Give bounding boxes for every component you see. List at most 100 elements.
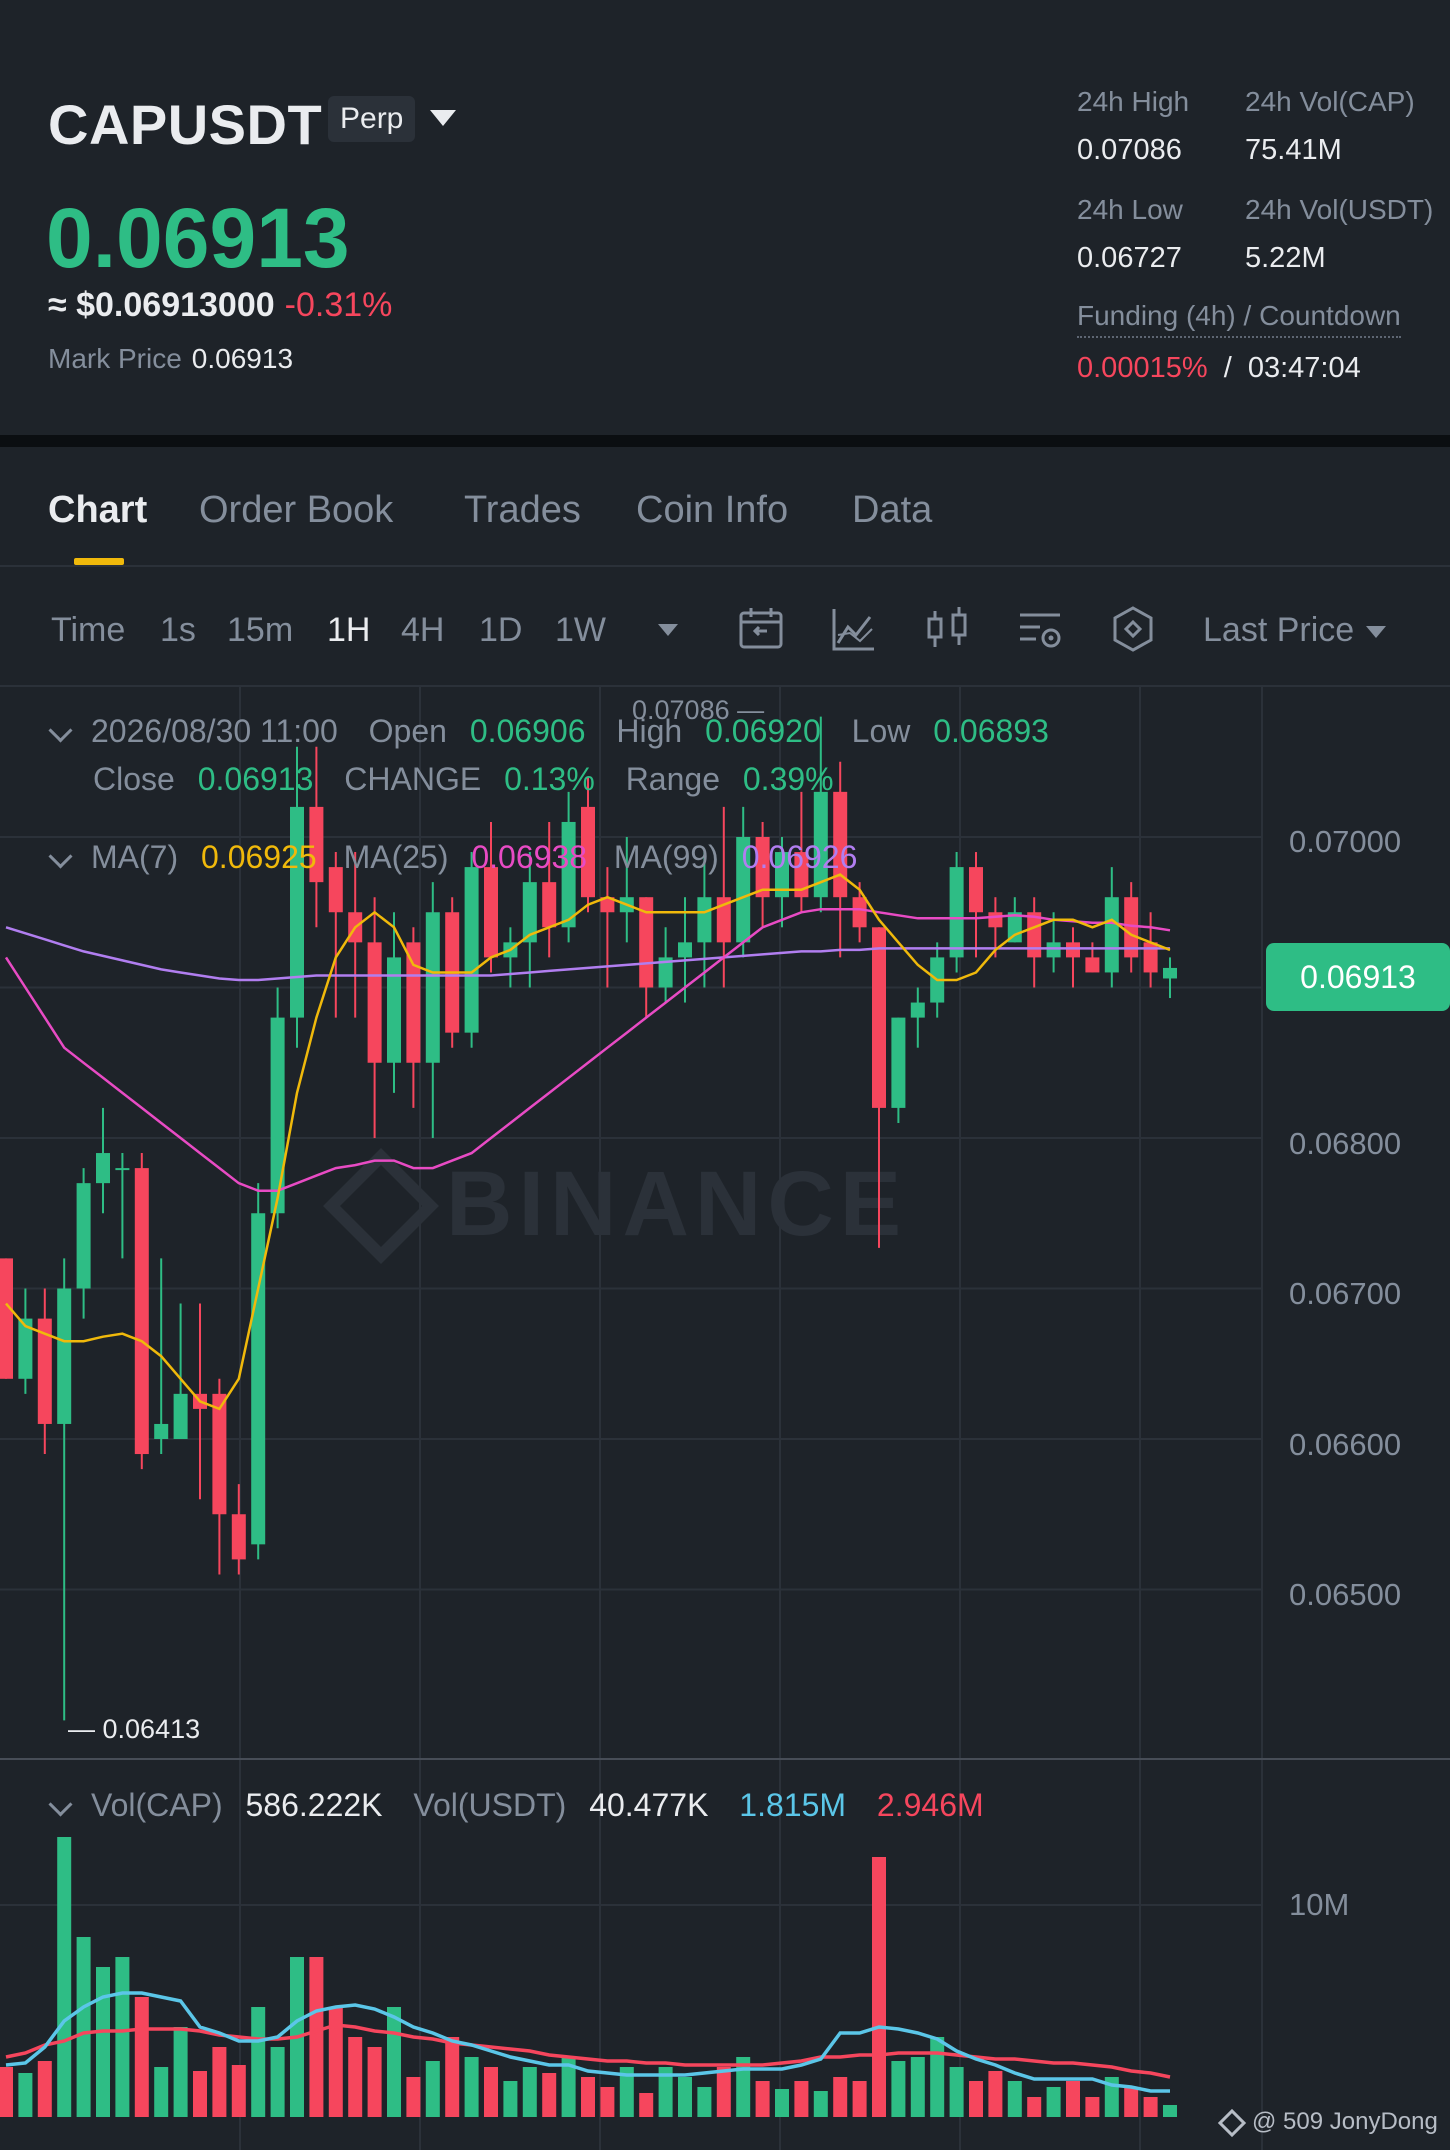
candle-body [969, 867, 983, 913]
price-tick-4: 0.06500 [1289, 1577, 1402, 1612]
depth-hexagon-icon[interactable] [1109, 605, 1157, 653]
candle-style-icon[interactable] [923, 605, 971, 653]
candle-body [852, 897, 867, 928]
credit-text: @ 509 JonyDong [1252, 2108, 1438, 2135]
timeframe-time[interactable]: Time [51, 611, 125, 650]
volume-bar [930, 2037, 945, 2117]
volume-bar [270, 2047, 285, 2117]
volume-bar [1066, 2081, 1080, 2117]
low-marker-value: 0.06413 [102, 1714, 201, 1744]
high-24h-label: 24h High [1077, 86, 1190, 117]
range-value: 0.39% [742, 761, 834, 797]
candle-body [173, 1393, 188, 1439]
moving-averages [4, 873, 1171, 2093]
price-type-select[interactable]: Last Price [1203, 611, 1387, 650]
volume-bar [969, 2081, 983, 2117]
funding-countdown: 03:47:04 [1247, 352, 1361, 384]
low-24h-label: 24h Low [1077, 194, 1183, 225]
chart-toolbar: Time 1s 15m 1H 4H 1D 1W Last Price [0, 567, 1450, 687]
volume-bar [581, 2077, 595, 2117]
more-timeframes-caret-icon[interactable] [658, 624, 678, 636]
volume-legend-line: Vol(CAP) 586.222K Vol(USDT) 40.477K 1.81… [46, 1787, 984, 1824]
current-price-tag[interactable]: 0.06913 [1266, 943, 1450, 1011]
volume-bar [231, 2065, 246, 2117]
tab-data[interactable]: Data [852, 489, 932, 532]
calendar-icon[interactable] [737, 605, 785, 653]
ma25-value: 0.06938 [471, 839, 588, 875]
volume-bar [76, 1937, 91, 2117]
usd-price-line: ≈ $0.06913000 -0.31% [48, 286, 392, 325]
price-tick-1: 0.06800 [1289, 1126, 1402, 1161]
volume-bar [1085, 2097, 1100, 2117]
price-tick-3: 0.06600 [1289, 1427, 1402, 1462]
close-value: 0.06913 [197, 761, 314, 797]
collapse-chevron-icon[interactable] [48, 718, 73, 743]
candle-body [231, 1514, 246, 1560]
candle-body [134, 1168, 149, 1455]
vol-cap-label: Vol(CAP) [91, 1787, 223, 1823]
vol-collapse-chevron-icon[interactable] [48, 1792, 73, 1817]
timeframe-1s[interactable]: 1s [160, 611, 196, 650]
tab-trades[interactable]: Trades [464, 489, 581, 532]
volume-bar [949, 2067, 964, 2117]
candle-body [910, 1002, 925, 1018]
ma-legend-line: MA(7) 0.06925 MA(25) 0.06938 MA(99) 0.06… [46, 839, 857, 876]
funding-separator: / [1223, 352, 1232, 384]
volume-bar [57, 1837, 72, 2117]
ma99-value: 0.06926 [741, 839, 858, 875]
candle-body [1085, 957, 1100, 973]
chart-area[interactable]: BINANCE 2026/08/30 11:00 Open 0.06906 Hi… [0, 687, 1450, 2150]
perp-badge: Perp [328, 96, 416, 142]
volume-bar [173, 2027, 188, 2117]
active-tab-indicator [74, 558, 124, 565]
price-change-percent: -0.31% [284, 286, 393, 324]
volume-bar [1046, 2087, 1061, 2117]
change-label: CHANGE [344, 761, 482, 797]
candlestick-chart[interactable] [0, 687, 1450, 2150]
volume-bar [464, 2057, 479, 2117]
indicators-icon[interactable] [830, 605, 878, 653]
volume-bar [134, 1997, 149, 2117]
price-type-caret-icon [1366, 626, 1387, 639]
volume-bar [678, 2077, 692, 2117]
candle-body [387, 957, 401, 1063]
ma-collapse-chevron-icon[interactable] [48, 844, 73, 869]
timeframe-1h[interactable]: 1H [327, 611, 370, 650]
volume-bar [1124, 2087, 1139, 2117]
symbol-dropdown-caret-icon[interactable] [430, 110, 456, 126]
volume-bar [910, 2057, 925, 2117]
funding-countdown-label[interactable]: Funding (4h) / Countdown [1077, 300, 1401, 338]
timeframe-1d[interactable]: 1D [479, 611, 522, 650]
section-divider [0, 435, 1450, 447]
candle-body [367, 942, 382, 1063]
timeframe-1w[interactable]: 1W [555, 611, 606, 650]
last-price: 0.06913 [46, 191, 350, 285]
candle-body [697, 897, 712, 943]
vol-cap-24h-value: 75.41M [1245, 134, 1342, 166]
candle-body [1046, 942, 1061, 958]
volume-bar [697, 2087, 712, 2117]
volume-bar [891, 2061, 906, 2117]
timeframe-4h[interactable]: 4H [401, 611, 444, 650]
volume-bar [542, 2073, 557, 2117]
candle-body [154, 1423, 169, 1439]
timeframe-15m[interactable]: 15m [227, 611, 293, 650]
vol-cap-value: 586.222K [245, 1787, 383, 1823]
chart-settings-icon[interactable] [1016, 605, 1064, 653]
volume-bar [1027, 2097, 1042, 2117]
mark-price-line: Mark Price 0.06913 [48, 343, 293, 375]
ohlc-line-1: 2026/08/30 11:00 Open 0.06906 High 0.069… [46, 713, 1049, 750]
symbol-title[interactable]: CAPUSDT [48, 92, 322, 157]
tab-order-book[interactable]: Order Book [199, 489, 393, 532]
candle-body [425, 912, 440, 1063]
low-24h-value: 0.06727 [1077, 242, 1182, 274]
mark-price-label: Mark Price [48, 343, 182, 374]
volume-bar [212, 2047, 227, 2117]
candle-body [1066, 942, 1080, 958]
tab-coin-info[interactable]: Coin Info [636, 489, 788, 532]
candle-body [872, 927, 886, 1108]
candle-body [678, 942, 692, 958]
tab-chart[interactable]: Chart [48, 489, 147, 532]
candle-body [1143, 942, 1158, 973]
candle-body [1104, 897, 1119, 973]
